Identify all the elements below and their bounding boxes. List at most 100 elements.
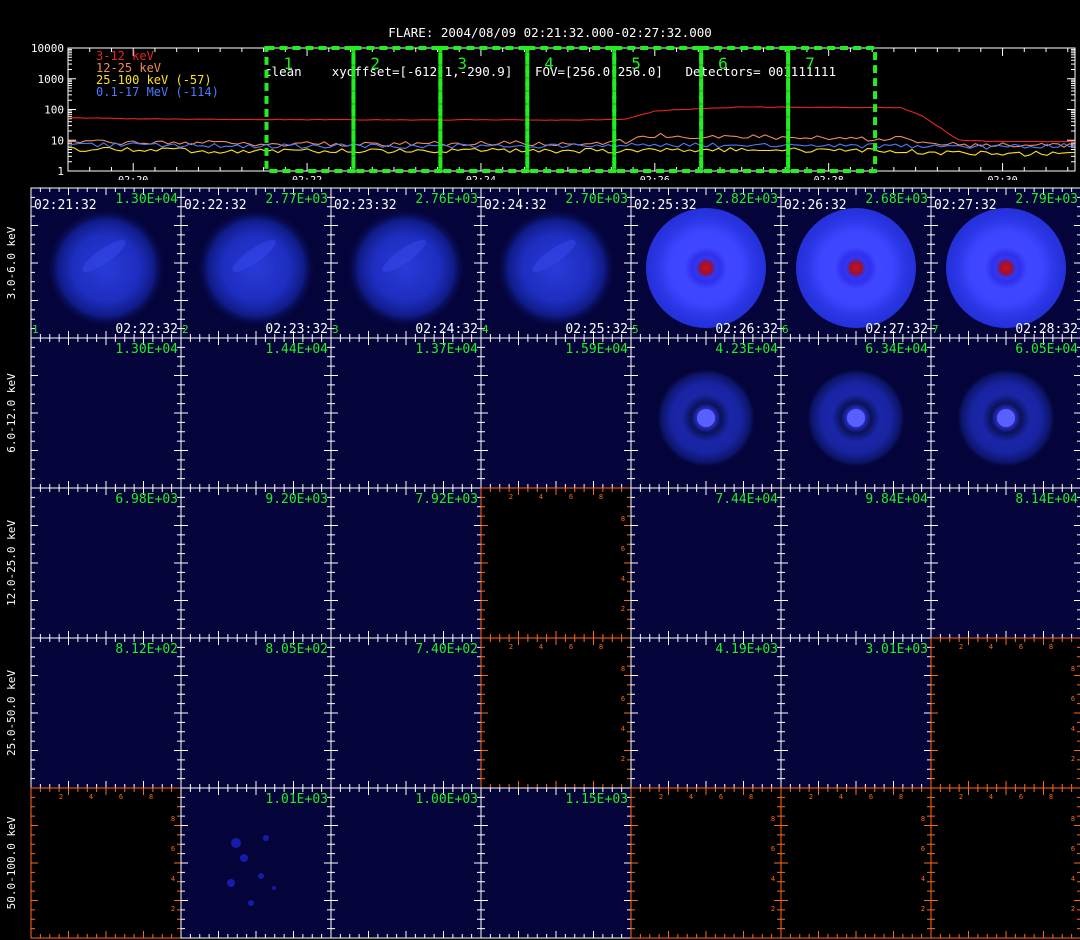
image-panel-bg — [181, 638, 331, 788]
peak-value: 2.76E+03 — [415, 192, 478, 207]
axis-tick-label: 8 — [771, 815, 775, 823]
image-panel-bg — [181, 788, 331, 938]
image-panel-bg — [631, 488, 781, 638]
source-core — [696, 258, 716, 278]
axis-tick-label: 2 — [621, 605, 625, 613]
axis-tick-label: 6 — [171, 845, 175, 853]
axis-tick-label: 4 — [921, 875, 925, 883]
peak-value: 6.05E+04 — [1015, 342, 1078, 357]
axis-tick-label: 6 — [1019, 643, 1023, 651]
axis-tick-label: 2 — [1071, 755, 1075, 763]
axis-tick-label: 6 — [621, 695, 625, 703]
image-panel-bg — [31, 788, 181, 938]
source-speckle — [258, 873, 264, 879]
peak-value: 3.01E+03 — [865, 642, 928, 657]
axis-tick-label: 4 — [539, 493, 543, 501]
peak-value: 8.14E+04 — [1015, 492, 1078, 507]
energy-band-label: 25.0-50.0 keV — [5, 670, 18, 756]
peak-value: 1.37E+04 — [415, 342, 478, 357]
peak-value: 2.70E+03 — [565, 192, 628, 207]
axis-tick-label: 4 — [621, 725, 625, 733]
interval-number: 5 — [632, 323, 639, 336]
axis-tick-label: 8 — [1049, 793, 1053, 801]
axis-tick-label: 8 — [899, 793, 903, 801]
image-panel-bg — [931, 488, 1080, 638]
axis-tick-label: 6 — [621, 545, 625, 553]
peak-value: 2.77E+03 — [265, 192, 328, 207]
image-panel-bg — [331, 488, 481, 638]
peak-value: 1.15E+03 — [565, 792, 628, 807]
axis-tick-label: 8 — [749, 793, 753, 801]
source-speckle — [240, 854, 248, 862]
peak-value: 7.44E+04 — [715, 492, 778, 507]
interval-number: 3 — [332, 323, 339, 336]
axis-tick-label: 2 — [509, 643, 513, 651]
interval-number: 7 — [932, 323, 939, 336]
source-core — [847, 409, 865, 427]
source-speckle — [263, 835, 269, 841]
peak-value: 2.82E+03 — [715, 192, 778, 207]
source-speckle — [248, 900, 254, 906]
end-time: 02:27:32 — [865, 322, 928, 337]
peak-value: 8.12E+02 — [115, 642, 178, 657]
start-time: 02:21:32 — [34, 198, 97, 213]
peak-value: 7.40E+02 — [415, 642, 478, 657]
peak-value: 1.30E+04 — [115, 192, 178, 207]
peak-value: 1.59E+04 — [565, 342, 628, 357]
source-core — [996, 258, 1016, 278]
interval-number: 6 — [782, 323, 789, 336]
axis-tick-label: 6 — [719, 793, 723, 801]
axis-tick-label: 2 — [171, 905, 175, 913]
axis-tick-label: 6 — [1071, 845, 1075, 853]
image-panel-bg — [781, 788, 931, 938]
axis-tick-label: 2 — [959, 643, 963, 651]
start-time: 02:25:32 — [634, 198, 697, 213]
source-speckle — [227, 879, 235, 887]
axis-tick-label: 4 — [539, 643, 543, 651]
axis-tick-label: 8 — [621, 515, 625, 523]
peak-value: 9.84E+04 — [865, 492, 928, 507]
axis-tick-label: 2 — [1071, 905, 1075, 913]
source-blob — [496, 208, 616, 328]
end-time: 02:23:32 — [265, 322, 328, 337]
image-panel-bg — [631, 638, 781, 788]
axis-tick-label: 8 — [171, 815, 175, 823]
axis-tick-label: 2 — [921, 905, 925, 913]
source-speckle — [231, 838, 241, 848]
axis-tick-label: 4 — [1071, 725, 1075, 733]
image-panel-bg — [781, 638, 931, 788]
image-panel-bg — [781, 488, 931, 638]
image-panel-bg — [331, 788, 481, 938]
image-panel-bg — [481, 638, 631, 788]
image-panel-bg — [31, 638, 181, 788]
interval-number: 1 — [32, 323, 39, 336]
end-time: 02:28:32 — [1015, 322, 1078, 337]
peak-value: 6.34E+04 — [865, 342, 928, 357]
image-panel-bg — [181, 338, 331, 488]
source-blob — [346, 208, 466, 328]
peak-value: 2.68E+03 — [865, 192, 928, 207]
source-core — [846, 258, 866, 278]
axis-tick-label: 2 — [621, 755, 625, 763]
peak-value: 4.23E+04 — [715, 342, 778, 357]
axis-tick-label: 6 — [1071, 695, 1075, 703]
axis-tick-label: 4 — [771, 875, 775, 883]
peak-value: 9.20E+03 — [265, 492, 328, 507]
peak-value: 1.30E+04 — [115, 342, 178, 357]
image-panel-bg — [181, 488, 331, 638]
start-time: 02:22:32 — [184, 198, 247, 213]
peak-value: 1.44E+04 — [265, 342, 328, 357]
axis-tick-label: 6 — [921, 845, 925, 853]
axis-tick-label: 2 — [959, 793, 963, 801]
image-panel-bg — [31, 488, 181, 638]
source-blob — [46, 208, 166, 328]
axis-tick-label: 2 — [509, 493, 513, 501]
energy-band-label: 50.0-100.0 keV — [5, 816, 18, 909]
start-time: 02:24:32 — [484, 198, 547, 213]
axis-tick-label: 4 — [621, 575, 625, 583]
source-core — [697, 409, 715, 427]
axis-tick-label: 4 — [89, 793, 93, 801]
image-panel-bg — [31, 338, 181, 488]
peak-value: 1.01E+03 — [265, 792, 328, 807]
image-panel-bg — [631, 788, 781, 938]
